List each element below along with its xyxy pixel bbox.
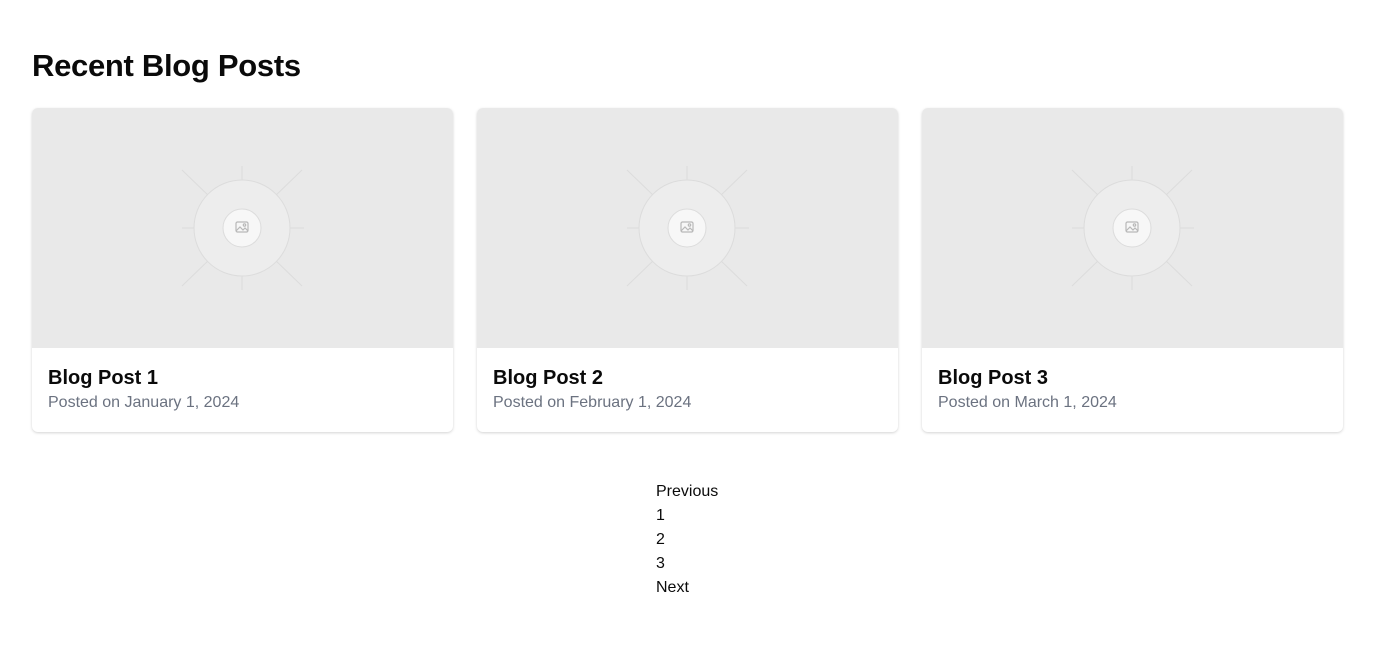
blog-post-card[interactable]: Blog Post 1 Posted on January 1, 2024	[32, 108, 453, 432]
image-placeholder-icon	[626, 166, 749, 290]
pagination-page-3-link[interactable]: 3	[656, 552, 718, 576]
blog-post-image	[32, 108, 453, 348]
blog-post-card[interactable]: Blog Post 3 Posted on March 1, 2024	[922, 108, 1343, 432]
image-placeholder-icon	[1071, 166, 1194, 290]
blog-post-image	[922, 108, 1343, 348]
page-title: Recent Blog Posts	[32, 48, 301, 83]
pagination-next-link[interactable]: Next	[656, 576, 718, 600]
pagination: Previous 1 2 3 Next	[656, 480, 718, 600]
pagination-page-2-link[interactable]: 2	[656, 528, 718, 552]
blog-post-card[interactable]: Blog Post 2 Posted on February 1, 2024	[477, 108, 898, 432]
blog-post-title[interactable]: Blog Post 3	[938, 366, 1327, 390]
blog-post-date: Posted on January 1, 2024	[48, 394, 240, 411]
blog-post-image	[477, 108, 898, 348]
blog-post-date: Posted on March 1, 2024	[938, 394, 1117, 411]
blog-post-date: Posted on February 1, 2024	[493, 394, 692, 411]
image-placeholder-icon	[181, 166, 304, 290]
blog-post-grid: Blog Post 1 Posted on January 1, 2024 Bl…	[32, 108, 1344, 432]
blog-post-title[interactable]: Blog Post 2	[493, 366, 882, 390]
pagination-page-1-link[interactable]: 1	[656, 504, 718, 528]
blog-post-title[interactable]: Blog Post 1	[48, 366, 437, 390]
pagination-previous-link[interactable]: Previous	[656, 480, 718, 504]
